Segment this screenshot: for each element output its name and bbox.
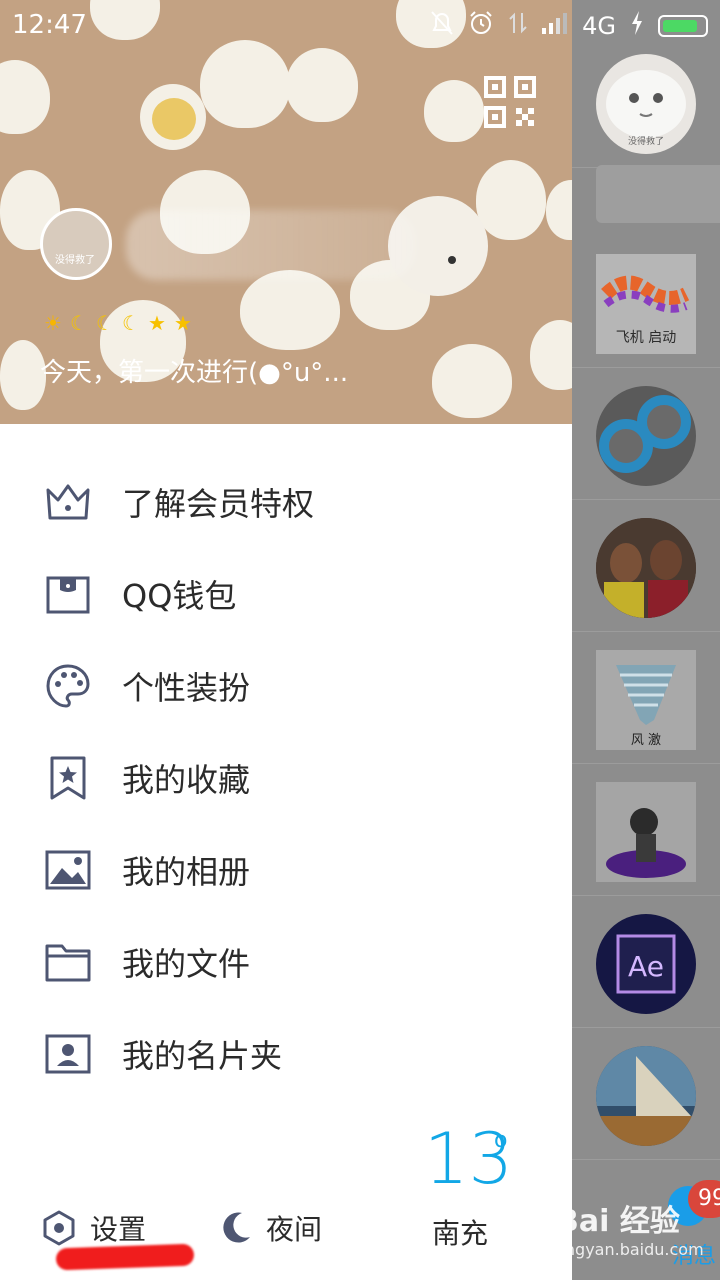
- charging-icon: [630, 11, 644, 41]
- side-drawer: 没得救了 ☀ ☾ ☾ ☾ ★ ★ 今天，第一次进行(●°u°... 了解会员特权…: [0, 0, 572, 1280]
- chat-row[interactable]: Ae: [572, 896, 720, 1028]
- bookmark-star-icon: [50, 756, 86, 800]
- chat-avatar: [596, 1046, 696, 1146]
- profile-header: 没得救了 ☀ ☾ ☾ ☾ ★ ★ 今天，第一次进行(●°u°...: [0, 0, 572, 424]
- wallet-icon: [46, 576, 90, 614]
- crown-icon: [46, 484, 90, 520]
- background-pattern: [240, 270, 340, 350]
- chat-avatar-text: 飞机 启动: [616, 330, 676, 346]
- menu-item-favorites[interactable]: 我的收藏: [0, 732, 572, 824]
- menu-item-label: 了解会员特权: [122, 485, 315, 523]
- search-bar[interactable]: [596, 165, 720, 223]
- contact-card-icon: [45, 1034, 91, 1074]
- chat-row[interactable]: [572, 368, 720, 500]
- menu-item-label: 个性装扮: [122, 669, 251, 707]
- status-bar: 12:47 4G: [0, 0, 720, 52]
- chat-avatar: 飞机 启动: [596, 254, 696, 354]
- chat-row[interactable]: [572, 1028, 720, 1160]
- background-pattern: [424, 80, 484, 142]
- chat-avatar: 风 激: [596, 650, 696, 750]
- settings-hexagon-icon: [43, 1210, 75, 1246]
- qr-code-icon[interactable]: [484, 76, 536, 128]
- chat-row[interactable]: 没得救了: [572, 36, 720, 168]
- egg-decoration: [140, 84, 206, 150]
- sun-icon: ☀: [44, 311, 62, 335]
- chat-avatar-caption: 没得救了: [628, 135, 664, 147]
- star-icon: ★: [148, 311, 166, 335]
- menu-item-label: 我的名片夹: [122, 1037, 283, 1075]
- chat-avatar: [596, 386, 696, 486]
- level-icons[interactable]: ☀ ☾ ☾ ☾ ★ ★: [42, 311, 194, 335]
- chat-row[interactable]: [572, 500, 720, 632]
- star-icon: ★: [174, 311, 192, 335]
- background-pattern: [476, 160, 546, 240]
- signal-icon: [542, 12, 568, 40]
- profile-avatar[interactable]: 没得救了: [40, 208, 112, 280]
- settings-button[interactable]: 设置: [42, 1208, 146, 1248]
- chat-row[interactable]: [572, 764, 720, 896]
- svg-text:Ae: Ae: [628, 950, 664, 983]
- chat-row[interactable]: 飞机 启动: [572, 236, 720, 368]
- status-icons: 4G: [430, 10, 708, 42]
- menu-item-label: 我的相册: [122, 853, 251, 891]
- chat-avatar: [596, 782, 696, 882]
- moon-icon: ☾: [122, 311, 140, 335]
- watermark-logo: Bai 经验: [556, 1204, 680, 1239]
- profile-signature[interactable]: 今天，第一次进行(●°u°...: [40, 352, 348, 389]
- background-pattern: [546, 180, 572, 240]
- menu-item-label: 我的文件: [122, 945, 251, 983]
- menu-item-label: QQ钱包: [122, 577, 237, 615]
- mute-bell-icon: [430, 10, 454, 42]
- moon-icon: [223, 1212, 250, 1243]
- moon-icon: ☾: [96, 311, 114, 335]
- folder-icon: [45, 944, 91, 982]
- message-unread-badge: 99: [688, 1180, 720, 1218]
- chat-avatar-text: 风 激: [631, 733, 661, 748]
- chat-avatar: Ae: [596, 914, 696, 1014]
- background-pattern: [286, 48, 358, 122]
- menu-item-personalize[interactable]: 个性装扮: [0, 640, 572, 732]
- moon-icon: ☾: [70, 311, 88, 335]
- degree-symbol: o: [494, 1128, 508, 1153]
- palette-icon: [46, 664, 90, 708]
- status-time: 12:47: [12, 10, 87, 40]
- chat-avatar: 没得救了: [596, 54, 696, 154]
- avatar-caption: 没得救了: [55, 255, 95, 266]
- alarm-clock-icon: [468, 10, 494, 42]
- background-pattern: [0, 60, 50, 134]
- nickname-blurred[interactable]: [126, 210, 416, 280]
- data-transfer-icon: [508, 11, 528, 41]
- weather-city[interactable]: 南充: [432, 1212, 488, 1252]
- background-pattern: [530, 320, 572, 390]
- photo-icon: [45, 850, 91, 890]
- network-type: 4G: [582, 12, 616, 40]
- menu-item-wallet[interactable]: QQ钱包: [0, 548, 572, 640]
- night-mode-label: 夜间: [266, 1213, 323, 1246]
- menu-item-cards[interactable]: 我的名片夹: [0, 1008, 572, 1100]
- menu-item-album[interactable]: 我的相册: [0, 824, 572, 916]
- watermark-url: jingyan.baidu.com: [556, 1240, 704, 1259]
- menu-item-files[interactable]: 我的文件: [0, 916, 572, 1008]
- background-pattern: [200, 40, 290, 128]
- night-mode-button[interactable]: 夜间: [220, 1208, 322, 1248]
- menu-item-vip[interactable]: 了解会员特权: [0, 456, 572, 548]
- menu-item-label: 我的收藏: [122, 761, 251, 799]
- background-pattern: [432, 344, 512, 418]
- settings-label: 设置: [90, 1213, 147, 1246]
- chat-list-dimmed[interactable]: 没得救了 飞机 启动 风 激 Ae 99 消息: [572, 0, 720, 1280]
- chat-avatar: [596, 518, 696, 618]
- chat-row[interactable]: 风 激: [572, 632, 720, 764]
- battery-icon: [658, 15, 708, 37]
